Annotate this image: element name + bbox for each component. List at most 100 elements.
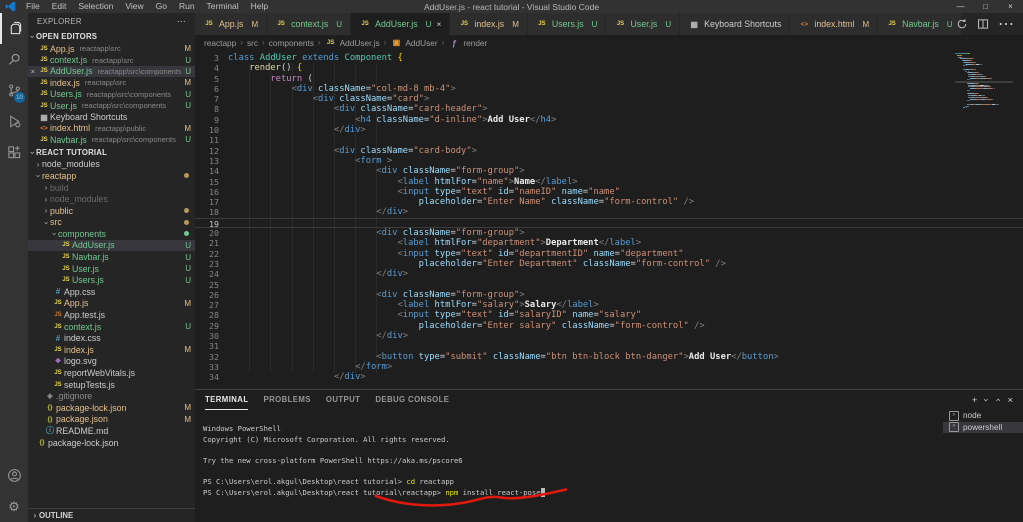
code-line-7[interactable]: 7 <div className="card"> xyxy=(195,94,1023,104)
panel-tab-debug-console[interactable]: DEBUG CONSOLE xyxy=(375,390,449,410)
open-editor-index-js[interactable]: JSindex.jsreactapp\srcM xyxy=(28,77,195,88)
code-line-14[interactable]: 14 <div className="form-group"> xyxy=(195,166,1023,176)
code-line-18[interactable]: 18 </div> xyxy=(195,207,1023,217)
tree-item-context-js[interactable]: JScontext.jsU xyxy=(28,321,195,333)
breadcrumb-item-reactapp[interactable]: reactapp xyxy=(204,38,236,48)
code-line-23[interactable]: 23 placeholder="Enter Department" classN… xyxy=(195,259,1023,269)
code-line-25[interactable]: 25 xyxy=(195,280,1023,290)
explorer-more-icon[interactable]: ⋯ xyxy=(177,16,186,27)
code-line-20[interactable]: 20 <div className="form-group"> xyxy=(195,228,1023,238)
menu-go[interactable]: Go xyxy=(150,0,173,13)
tab-index-html[interactable]: <>index.htmlM xyxy=(790,13,877,35)
code-line-30[interactable]: 30 </div> xyxy=(195,331,1023,341)
tree-item-setuptests-js[interactable]: JSsetupTests.js xyxy=(28,379,195,391)
settings-gear-icon[interactable]: ⚙ xyxy=(0,491,28,522)
extensions-icon[interactable] xyxy=(0,137,28,168)
code-line-29[interactable]: 29 placeholder="Enter salary" className=… xyxy=(195,321,1023,331)
tab-context-js[interactable]: JScontext.jsU xyxy=(267,13,350,35)
tree-item-reactapp[interactable]: ›reactapp xyxy=(28,170,195,182)
terminal-process-node[interactable]: >node xyxy=(943,410,1023,422)
explorer-icon[interactable] xyxy=(0,13,28,44)
tree-item-build[interactable]: ›build xyxy=(28,182,195,194)
breadcrumb-item-src[interactable]: src xyxy=(247,38,258,48)
tree-item-node-modules[interactable]: ›node_modules xyxy=(28,193,195,205)
open-editors-header[interactable]: › OPEN EDITORS xyxy=(28,30,195,43)
tab-index-js[interactable]: JSindex.jsM xyxy=(450,13,527,35)
menu-terminal[interactable]: Terminal xyxy=(201,0,245,13)
panel-tab-problems[interactable]: PROBLEMS xyxy=(263,390,310,410)
split-editor-icon[interactable] xyxy=(977,18,989,30)
tab-user-js[interactable]: JSUser.jsU xyxy=(606,13,679,35)
workspace-header[interactable]: › REACT TUTORIAL xyxy=(28,146,195,159)
panel-tab-terminal[interactable]: TERMINAL xyxy=(205,390,248,410)
menu-help[interactable]: Help xyxy=(245,0,274,13)
tab-keyboard-shortcuts[interactable]: ▦Keyboard Shortcuts xyxy=(680,13,789,35)
editor-more-actions-icon[interactable]: ⋯ xyxy=(998,14,1014,34)
code-line-12[interactable]: 12 <div className="card-body"> xyxy=(195,146,1023,156)
source-control-icon[interactable]: 10 xyxy=(0,75,28,106)
tree-item-navbar-js[interactable]: JSNavbar.jsU xyxy=(28,251,195,263)
code-line-4[interactable]: 4 render() { xyxy=(195,63,1023,73)
tree-item-app-css[interactable]: #App.css xyxy=(28,286,195,298)
close-editor-icon[interactable]: × xyxy=(28,67,38,76)
open-editor-index-html[interactable]: <>index.htmlreactapp\publicM xyxy=(28,123,195,134)
code-line-16[interactable]: 16 <input type="text" id="nameID" name="… xyxy=(195,187,1023,197)
tree-item-readme-md[interactable]: ⓘREADME.md xyxy=(28,425,195,437)
code-line-13[interactable]: 13 <form > xyxy=(195,156,1023,166)
tab-users-js[interactable]: JSUsers.jsU xyxy=(528,13,606,35)
breadcrumb-item-components[interactable]: components xyxy=(269,38,314,48)
new-terminal-icon[interactable]: + xyxy=(972,395,978,406)
code-line-10[interactable]: 10 </div> xyxy=(195,125,1023,135)
code-line-6[interactable]: 6 <div className="col-md-8 mb-4"> xyxy=(195,84,1023,94)
sync-changes-icon[interactable] xyxy=(956,18,968,30)
breadcrumb-item-adduser-js[interactable]: JSAddUser.js xyxy=(325,38,380,48)
tab-app-js[interactable]: JSApp.jsM xyxy=(195,13,266,35)
menu-view[interactable]: View xyxy=(119,0,149,13)
code-line-17[interactable]: 17 placeholder="Enter Name" className="f… xyxy=(195,197,1023,207)
terminal-dropdown-icon[interactable]: › xyxy=(982,399,992,402)
code-line-5[interactable]: 5 return ( xyxy=(195,74,1023,84)
code-line-9[interactable]: 9 <h4 className="d-inline">Add User</h4> xyxy=(195,115,1023,125)
tree-item-public[interactable]: ›public xyxy=(28,205,195,217)
code-line-32[interactable]: 32 <button type="submit" className="btn … xyxy=(195,352,1023,362)
code-line-27[interactable]: 27 <label htmlFor="salary">Salary</label… xyxy=(195,300,1023,310)
minimize-icon[interactable]: — xyxy=(948,0,973,13)
account-icon[interactable] xyxy=(0,460,28,491)
open-editor-context-js[interactable]: JScontext.jsreactapp\srcU xyxy=(28,54,195,65)
code-line-11[interactable]: 11 xyxy=(195,135,1023,145)
code-line-3[interactable]: 3class AddUser extends Component { xyxy=(195,53,1023,63)
tree-item-package-json[interactable]: {}package.jsonM xyxy=(28,414,195,426)
tree-item-components[interactable]: ›components xyxy=(28,228,195,240)
terminal-process-powershell[interactable]: >powershell xyxy=(943,422,1023,434)
menu-edit[interactable]: Edit xyxy=(46,0,73,13)
open-editor-navbar-js[interactable]: JSNavbar.jsreactapp\src\componentsU xyxy=(28,134,195,145)
terminal-output[interactable]: Windows PowerShellCopyright (C) Microsof… xyxy=(195,410,943,522)
code-line-15[interactable]: 15 <label htmlFor="name">Name</label> xyxy=(195,177,1023,187)
close-icon[interactable]: × xyxy=(998,0,1023,13)
maximize-panel-icon[interactable]: › xyxy=(993,399,1003,402)
tree-item-package-lock-json[interactable]: {}package-lock.jsonM xyxy=(28,402,195,414)
maximize-icon[interactable]: □ xyxy=(973,0,998,13)
menu-selection[interactable]: Selection xyxy=(72,0,119,13)
menu-file[interactable]: File xyxy=(20,0,46,13)
code-line-28[interactable]: 28 <input type="text" id="salaryID" name… xyxy=(195,310,1023,320)
open-editor-adduser-js[interactable]: ×JSAddUser.jsreactapp\src\componentsU xyxy=(28,66,195,77)
open-editor-app-js[interactable]: JSApp.jsreactapp\srcM xyxy=(28,43,195,54)
panel-tab-output[interactable]: OUTPUT xyxy=(326,390,360,410)
breadcrumb-item-adduser[interactable]: ▣AddUser xyxy=(390,38,437,48)
tree-item-src[interactable]: ›src xyxy=(28,216,195,228)
tree-item-app-test-js[interactable]: JSApp.test.js xyxy=(28,309,195,321)
tree-item-adduser-js[interactable]: JSAddUser.jsU xyxy=(28,240,195,252)
outline-section[interactable]: › OUTLINE xyxy=(28,508,195,522)
code-line-21[interactable]: 21 <label htmlFor="department">Departmen… xyxy=(195,238,1023,248)
tree-item-user-js[interactable]: JSUser.jsU xyxy=(28,263,195,275)
code-line-31[interactable]: 31 xyxy=(195,341,1023,351)
code-editor[interactable]: 3class AddUser extends Component {4 rend… xyxy=(195,50,1023,389)
search-icon[interactable] xyxy=(0,44,28,75)
code-line-26[interactable]: 26 <div className="form-group"> xyxy=(195,290,1023,300)
run-debug-icon[interactable] xyxy=(0,106,28,137)
menu-run[interactable]: Run xyxy=(173,0,201,13)
open-editor-user-js[interactable]: JSUser.jsreactapp\src\componentsU xyxy=(28,100,195,111)
close-panel-icon[interactable]: × xyxy=(1007,395,1013,406)
code-line-33[interactable]: 33 </form> xyxy=(195,362,1023,372)
